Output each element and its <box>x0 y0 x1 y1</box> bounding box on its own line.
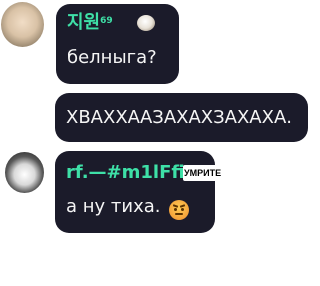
message-bubble[interactable]: ХВАХХААЗАХАХЗАХАХА. <box>55 93 308 142</box>
message-text: ХВАХХААЗАХАХЗАХАХА. <box>66 107 292 128</box>
username[interactable]: 지원69 <box>67 13 113 33</box>
username-badge: УМРИТЕ <box>183 165 223 181</box>
avatar-user-1[interactable] <box>1 2 44 47</box>
username[interactable]: rf.—#m1lFfi <box>66 163 185 183</box>
message-text: а ну тиха. <box>66 196 161 217</box>
username-sup: 69 <box>100 16 113 26</box>
username-text: 지원 <box>67 12 101 33</box>
message-bubble[interactable]: 지원69 белныга? <box>56 4 179 84</box>
angry-face-icon <box>169 200 189 220</box>
avatar-user-2[interactable] <box>5 152 44 193</box>
message-bubble[interactable]: rf.—#m1lFfi УМРИТЕ а ну тиха. <box>55 151 223 233</box>
bear-emoji-icon <box>137 15 155 31</box>
message-text: белныга? <box>67 47 157 68</box>
